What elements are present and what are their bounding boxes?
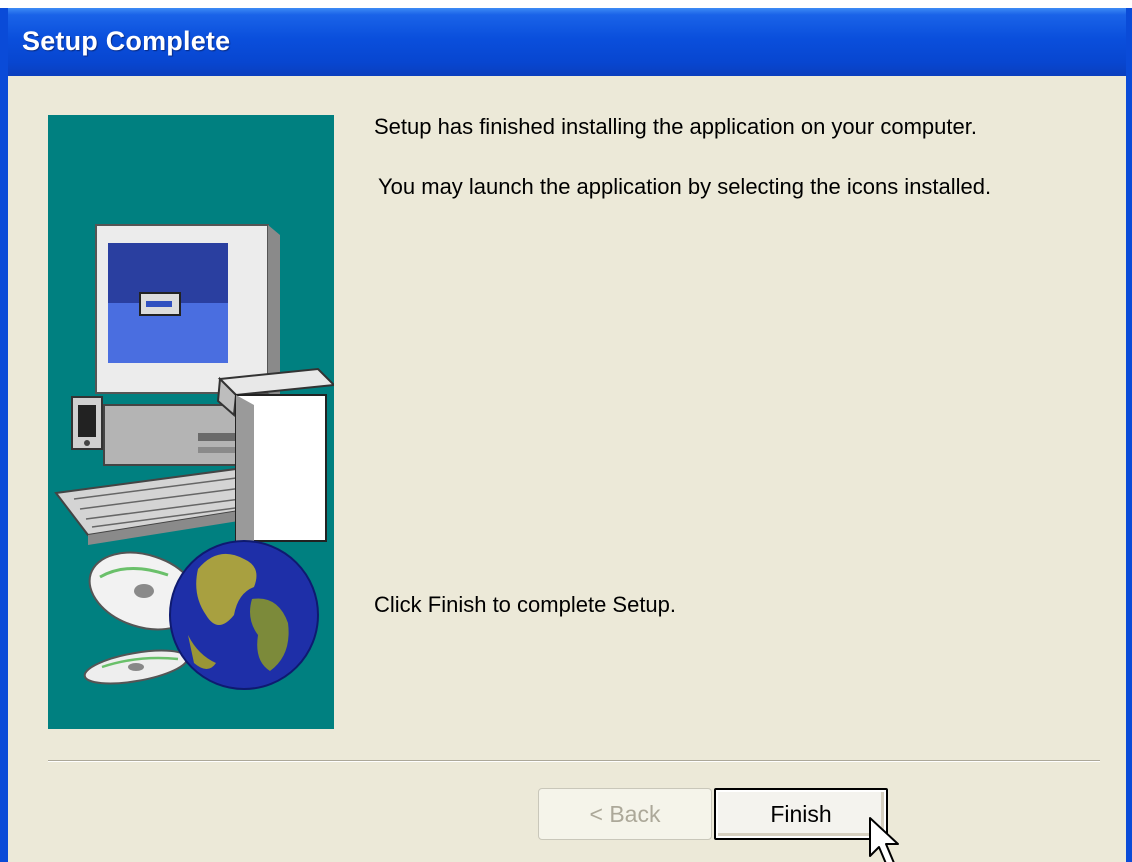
setup-dialog-window: Setup Complete Setup has finished instal… xyxy=(0,8,1132,862)
setup-illustration-panel xyxy=(48,115,334,729)
monitor-illustration xyxy=(95,224,280,399)
back-button[interactable]: < Back xyxy=(538,788,712,840)
button-separator xyxy=(48,760,1100,762)
setup-finished-message: Setup has finished installing the applic… xyxy=(374,114,977,139)
computer-cd-globe-illustration-icon xyxy=(54,224,334,690)
globe-illustration xyxy=(169,540,319,690)
software-box-illustration xyxy=(216,367,334,545)
title-bar[interactable]: Setup Complete xyxy=(8,8,1126,76)
window-title: Setup Complete xyxy=(22,26,231,56)
click-finish-message: Click Finish to complete Setup. xyxy=(374,592,677,617)
arrow-cursor-icon xyxy=(869,817,899,862)
speaker-illustration xyxy=(71,396,103,450)
keyboard-illustration xyxy=(54,467,266,545)
launch-instructions-message: You may launch the application by select… xyxy=(378,174,992,199)
finish-button[interactable]: Finish xyxy=(714,788,888,840)
